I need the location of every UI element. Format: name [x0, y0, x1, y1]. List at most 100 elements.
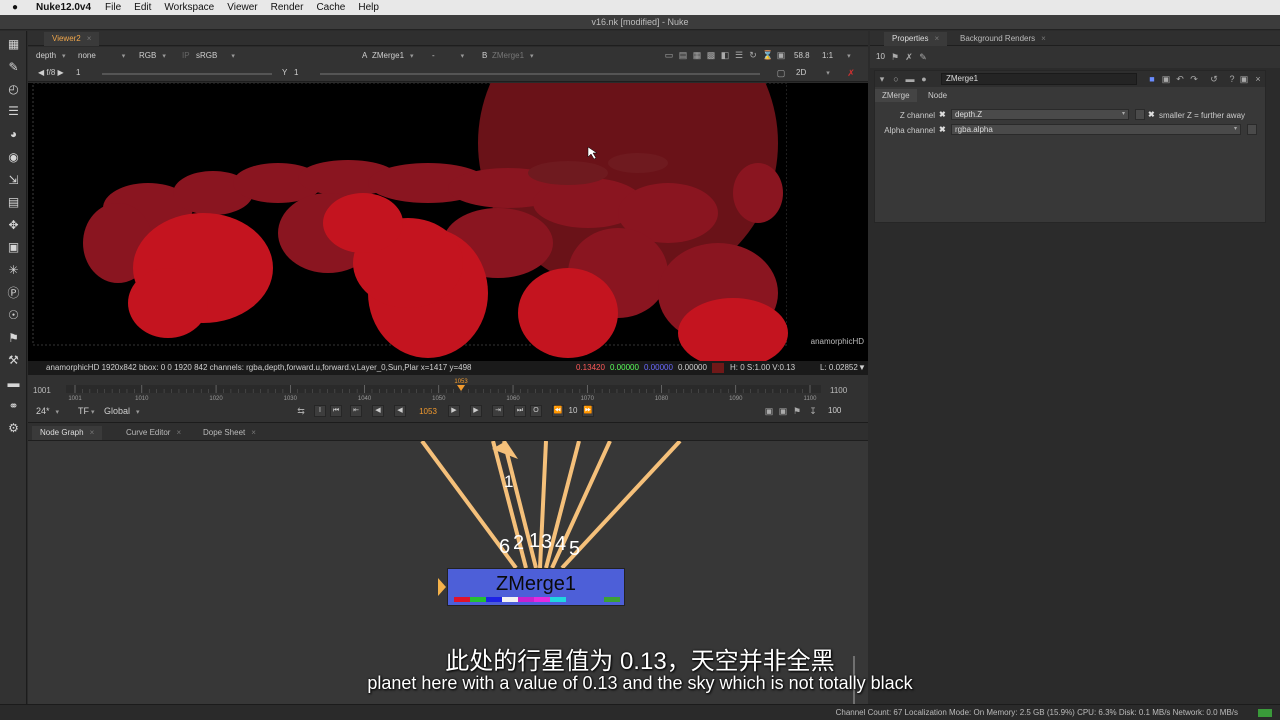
node-tile-color-icon[interactable]: ■ [1147, 74, 1157, 84]
checker-icon[interactable]: ▩ [706, 50, 716, 60]
tab-properties[interactable]: Properties × [884, 32, 948, 46]
region-icon[interactable]: ▤ [678, 50, 688, 60]
help-icon[interactable]: ● [919, 74, 929, 84]
font-color-icon[interactable]: ▣ [1161, 74, 1171, 84]
cache-icon[interactable]: ▣ [778, 406, 788, 416]
input-b-dropdown[interactable]: ZMerge1 ▾ [488, 50, 544, 62]
display-dropdown[interactable]: RGB ▾ [135, 50, 171, 62]
question-icon[interactable]: ? [1227, 74, 1237, 84]
z-channel-dropdown[interactable]: depth.Z ▾ [951, 109, 1129, 120]
channel-nodes-icon[interactable]: ☰ [6, 104, 21, 119]
transform-nodes-icon[interactable]: ✥ [6, 218, 21, 233]
next-keyframe-icon[interactable]: ⇥ [492, 405, 504, 417]
max-panels-field[interactable]: 10 [876, 52, 885, 61]
gamma-slider[interactable] [320, 73, 760, 75]
menu-help[interactable]: Help [358, 2, 379, 13]
skip-back-icon[interactable]: ⏪ [552, 405, 564, 417]
zmerge-node[interactable]: ZMerge1 [447, 568, 625, 606]
proxy-dropdown[interactable]: 1:1 ▾ [818, 50, 858, 62]
alpha-channel-dropdown[interactable]: rgba.alpha ▾ [951, 124, 1241, 135]
deep-nodes-icon[interactable]: Ⓟ [6, 286, 21, 301]
fps-dropdown[interactable]: 24* ▾ [32, 405, 72, 417]
input-a-dropdown[interactable]: ZMerge1 ▾ [368, 50, 424, 62]
alpha-channel-extra-button[interactable] [1247, 124, 1257, 135]
particles-nodes-icon[interactable]: ✳ [6, 263, 21, 278]
in-point-button[interactable]: I [314, 405, 326, 417]
menu-viewer[interactable]: Viewer [227, 2, 257, 13]
flipbook-icon[interactable]: ▣ [764, 406, 774, 416]
menu-file[interactable]: File [105, 2, 121, 13]
zebra-icon[interactable]: ▦ [692, 50, 702, 60]
z-channel-extra-button[interactable] [1135, 109, 1145, 120]
keyer-nodes-icon[interactable]: ⇲ [6, 173, 21, 188]
loop-icon[interactable]: ⇆ [296, 406, 306, 416]
node-color-icon[interactable]: ▬ [905, 74, 915, 84]
lut-icon[interactable]: ◧ [720, 50, 730, 60]
last-frame-icon[interactable]: ⏭ [514, 405, 526, 417]
increment-field[interactable]: 10 [566, 406, 580, 415]
menu-edit[interactable]: Edit [134, 2, 151, 13]
tab-background-renders[interactable]: Background Renders × [952, 32, 1054, 46]
lock-icon[interactable]: ⚑ [890, 52, 900, 62]
end-frame-field[interactable]: 100 [828, 406, 841, 415]
view-mode-dropdown[interactable]: 2D ▾ [792, 67, 838, 79]
apple-icon[interactable]: ● [12, 2, 26, 13]
filter-nodes-icon[interactable]: ◉ [6, 150, 21, 165]
close-icon[interactable]: × [90, 428, 95, 437]
menu-render[interactable]: Render [271, 2, 304, 13]
revert-icon[interactable]: ↺ [1209, 74, 1219, 84]
next-frame-icon[interactable]: ▶ [470, 405, 482, 417]
smaller-z-checkbox[interactable]: ✖ [1148, 110, 1155, 119]
tab-node[interactable]: Node [921, 89, 954, 102]
range-dropdown[interactable]: Global ▾ [100, 405, 146, 417]
draw-nodes-icon[interactable]: ✎ [6, 60, 21, 75]
3d-nodes-icon[interactable]: ▣ [6, 240, 21, 255]
refresh-icon[interactable]: ↻ [748, 50, 758, 60]
close-icon[interactable]: × [934, 34, 939, 43]
close-icon[interactable]: × [176, 428, 181, 437]
out-point-button[interactable]: O [530, 405, 542, 417]
float-icon[interactable]: ○ [891, 74, 901, 84]
furnace-nodes-icon[interactable]: ⚭ [6, 399, 21, 414]
zoom-field[interactable]: 58.8 [790, 50, 812, 62]
tab-node-graph[interactable]: Node Graph × [32, 426, 103, 440]
roi-icon[interactable]: ▭ [664, 50, 674, 60]
close-icon[interactable]: × [1253, 74, 1263, 84]
frame-field[interactable]: 1053 [414, 406, 442, 417]
menu-app-name[interactable]: Nuke12.0v4 [36, 2, 91, 13]
color-nodes-icon[interactable]: ◕ [6, 127, 21, 142]
tab-viewer2[interactable]: Viewer2 × [44, 32, 100, 46]
float-panel-icon[interactable]: ▣ [1239, 74, 1249, 84]
timeline-end[interactable]: 1100 [830, 386, 847, 395]
menu-cache[interactable]: Cache [316, 2, 345, 13]
chevron-down-icon[interactable]: ▼ [858, 361, 866, 375]
undo-icon[interactable]: ↶ [1175, 74, 1185, 84]
prev-frame-icon[interactable]: ◀ [394, 405, 406, 417]
alpha-channel-x-icon[interactable]: ✖ [939, 125, 946, 134]
tab-dope-sheet[interactable]: Dope Sheet × [195, 426, 264, 440]
views-nodes-icon[interactable]: ☉ [6, 308, 21, 323]
tab-curve-editor[interactable]: Curve Editor × [118, 426, 189, 440]
play-icon[interactable]: ▶ [448, 405, 460, 417]
menu-workspace[interactable]: Workspace [164, 2, 214, 13]
redo-icon[interactable]: ↷ [1189, 74, 1199, 84]
tab-zmerge[interactable]: ZMerge [875, 89, 917, 102]
plugins-icon[interactable]: ⚙ [6, 421, 21, 436]
crop-icon[interactable]: ▢ [776, 68, 786, 78]
close-icon[interactable]: × [1041, 34, 1046, 43]
first-frame-icon[interactable]: ⏮ [330, 405, 342, 417]
alpha-channel-dropdown[interactable]: none ▾ [74, 50, 132, 62]
merge-nodes-icon[interactable]: ▤ [6, 195, 21, 210]
close-icon[interactable]: × [87, 34, 92, 43]
clear-panels-icon[interactable]: ✗ [904, 52, 914, 62]
prev-increment-icon[interactable]: ◀ [372, 405, 384, 417]
close-icon[interactable]: × [251, 428, 256, 437]
z-channel-x-icon[interactable]: ✖ [939, 110, 946, 119]
lock-icon[interactable]: ⚑ [792, 406, 802, 416]
toolsets-icon[interactable]: ⚒ [6, 353, 21, 368]
overlay-icon[interactable]: ☰ [734, 50, 744, 60]
pause-icon[interactable]: ⌛ [762, 50, 773, 60]
snapshot-icon[interactable]: ▣ [776, 50, 786, 60]
gamma-field[interactable]: 1 [290, 67, 310, 79]
channel-set-dropdown[interactable]: depth ▾ [32, 50, 72, 62]
